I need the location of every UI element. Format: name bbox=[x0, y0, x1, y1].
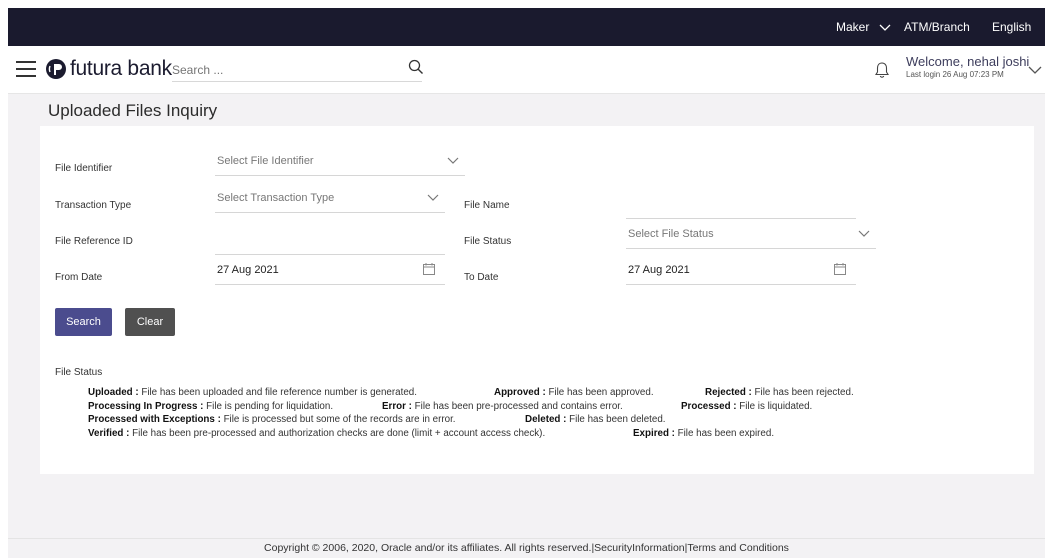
app-header: futura bank Welcome, nehal joshi Last lo… bbox=[8, 46, 1045, 94]
file-status-select[interactable]: Select File Status bbox=[626, 219, 876, 249]
from-date-label: From Date bbox=[55, 272, 103, 283]
security-information-link[interactable]: SecurityInformation bbox=[594, 542, 684, 554]
file-identifier-label: File Identifier bbox=[55, 163, 113, 174]
inquiry-form-card: File Identifier Select File Identifier T… bbox=[40, 126, 1034, 474]
legend-item-approved: Approved : File has been approved. bbox=[494, 387, 654, 398]
file-reference-input[interactable] bbox=[215, 225, 445, 255]
legend-item-expired: Expired : File has been expired. bbox=[633, 427, 775, 439]
from-date-value: 27 Aug 2021 bbox=[217, 264, 279, 276]
from-date-input[interactable]: 27 Aug 2021 bbox=[215, 255, 445, 285]
file-status-heading: File Status bbox=[55, 367, 103, 378]
chevron-down-icon bbox=[427, 194, 439, 201]
legend-item-verified: Verified : File has been pre-processed a… bbox=[88, 427, 546, 439]
role-switcher[interactable]: Maker bbox=[836, 20, 891, 34]
chevron-down-icon bbox=[447, 157, 459, 164]
bell-icon[interactable] bbox=[874, 61, 890, 79]
search-button[interactable]: Search bbox=[55, 308, 112, 336]
search-input[interactable] bbox=[172, 58, 422, 82]
brand-name: futura bank bbox=[70, 57, 172, 80]
legend-item-uploaded: Uploaded : File has been uploaded and fi… bbox=[88, 387, 417, 398]
language-selector[interactable]: English bbox=[992, 20, 1031, 34]
to-date-label: To Date bbox=[464, 272, 499, 283]
clear-button[interactable]: Clear bbox=[125, 308, 175, 336]
legend-item-rejected: Rejected : File has been rejected. bbox=[705, 387, 854, 398]
search-icon[interactable] bbox=[408, 59, 424, 75]
chevron-down-icon bbox=[858, 230, 870, 237]
futura-logo-icon bbox=[46, 59, 66, 79]
chevron-down-icon bbox=[879, 24, 891, 31]
calendar-icon[interactable] bbox=[423, 263, 435, 275]
bank-logo[interactable]: futura bank bbox=[45, 56, 172, 82]
role-label: Maker bbox=[836, 20, 870, 34]
file-reference-label: File Reference ID bbox=[55, 236, 133, 247]
legend-item-processing: Processing In Progress : File is pending… bbox=[88, 400, 334, 412]
app-frame: Maker ATM/Branch English futura bank Sea… bbox=[8, 8, 1045, 558]
transaction-type-select[interactable]: Select Transaction Type bbox=[215, 183, 445, 213]
file-name-label: File Name bbox=[464, 200, 510, 211]
last-login-text: Last login 26 Aug 07:23 PM bbox=[906, 70, 1004, 79]
file-name-input[interactable] bbox=[626, 189, 856, 219]
terms-link[interactable]: Terms and Conditions bbox=[687, 542, 789, 554]
legend-item-deleted: Deleted : File has been deleted. bbox=[525, 414, 666, 425]
user-menu[interactable]: Welcome, nehal joshi Last login 26 Aug 0… bbox=[906, 54, 1029, 79]
top-bar: Maker ATM/Branch English bbox=[8, 8, 1045, 46]
legend-item-processed: Processed : File is liquidated. bbox=[681, 400, 813, 412]
welcome-text: Welcome, nehal joshi bbox=[906, 54, 1030, 69]
to-date-input[interactable]: 27 Aug 2021 bbox=[626, 255, 856, 285]
transaction-type-label: Transaction Type bbox=[55, 200, 132, 211]
footer: Copyright © 2006, 2020, Oracle and/or it… bbox=[8, 538, 1045, 558]
calendar-icon[interactable] bbox=[834, 263, 846, 275]
legend-item-processed-exceptions: Processed with Exceptions : File is proc… bbox=[88, 414, 456, 425]
file-status-label: File Status bbox=[464, 236, 512, 247]
file-identifier-select[interactable]: Select File Identifier bbox=[215, 146, 465, 176]
page-title: Uploaded Files Inquiry bbox=[48, 101, 218, 120]
file-status-placeholder: Select File Status bbox=[628, 228, 714, 240]
copyright-text: Copyright © 2006, 2020, Oracle and/or it… bbox=[264, 542, 592, 554]
atm-branch-link[interactable]: ATM/Branch bbox=[904, 20, 970, 34]
chevron-down-icon[interactable] bbox=[1028, 65, 1042, 75]
file-identifier-placeholder: Select File Identifier bbox=[217, 155, 314, 167]
hamburger-menu-icon[interactable] bbox=[16, 61, 36, 77]
transaction-type-placeholder: Select Transaction Type bbox=[217, 192, 335, 204]
legend-item-error: Error : File has been pre-processed and … bbox=[382, 400, 623, 412]
to-date-value: 27 Aug 2021 bbox=[628, 264, 690, 276]
